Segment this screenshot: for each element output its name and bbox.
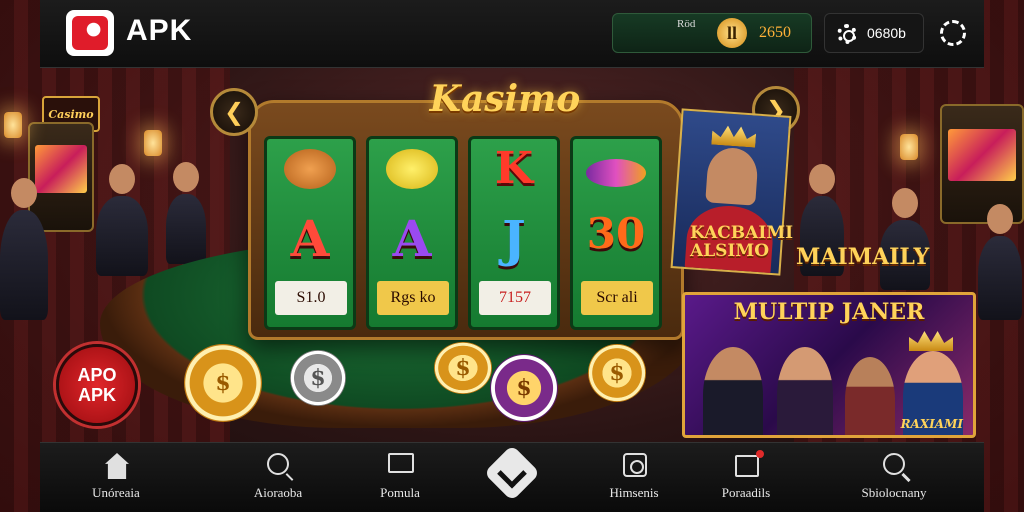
nav-label: Poraadils <box>721 485 771 500</box>
nav-item-tab[interactable]: Himsenis <box>574 451 694 509</box>
nav-item-search[interactable]: Aioraoba <box>218 451 338 509</box>
queen-figure <box>705 146 760 206</box>
balance-value: 2650 <box>759 24 791 41</box>
reel-label: S1.0 <box>275 281 347 315</box>
top-bar: APK Röd ll 2650 0680b <box>40 0 984 68</box>
patron-figure <box>96 196 148 276</box>
nav-item-promotions[interactable]: Poraadils <box>686 450 806 509</box>
profile-search-icon <box>879 451 909 481</box>
nav-label: Unóreaia <box>92 485 140 500</box>
game-title: Kasimo <box>429 78 581 120</box>
chat-icon <box>385 451 415 481</box>
app-name: APK <box>126 14 193 47</box>
bottom-navigation: Unóreaia Aioraoba Pomula Himsenis Poraad… <box>40 442 984 512</box>
app-logo-icon[interactable] <box>66 10 114 56</box>
reel-2: A Rgs ko <box>366 136 458 330</box>
promo-card-subtitle: RAXIAMI <box>900 417 963 431</box>
player-figure <box>845 357 895 435</box>
settings-button[interactable]: 0680b <box>824 13 924 53</box>
cookie-icon <box>267 149 353 199</box>
multiplayer-promo-card[interactable]: MULTIP JANER RAXIAMI <box>682 292 976 438</box>
reel-label: Rgs ko <box>377 281 449 315</box>
reel-symbol: 30 <box>586 209 646 258</box>
balance-label: Röd <box>677 18 696 30</box>
crown-icon <box>711 125 756 148</box>
patron-figure <box>0 210 48 320</box>
tab-icon <box>619 451 649 481</box>
promo-label-line-2: ALSIMO <box>690 241 769 261</box>
nav-item-center[interactable] <box>452 444 572 509</box>
gem-icon <box>573 149 659 199</box>
badge-line-1: APO <box>77 365 117 385</box>
nav-label: Pomula <box>380 485 420 500</box>
coin-icon: ll <box>717 18 747 48</box>
reel-symbol: A <box>290 209 330 268</box>
balance-display[interactable]: Röd ll 2650 <box>612 13 812 53</box>
player-figure <box>703 347 763 435</box>
patron-figure <box>978 236 1022 320</box>
chevron-down-icon <box>483 444 541 502</box>
refresh-icon[interactable] <box>940 20 966 46</box>
promo-label-left: KACBAIMI ALSIMO <box>690 224 793 260</box>
chip[interactable]: $ <box>434 342 492 394</box>
promo-label-right: MAIMAILY <box>796 244 930 270</box>
nav-label: Himsenis <box>609 485 659 500</box>
reel-1: A S1.0 <box>264 136 356 330</box>
settings-label: 0680b <box>867 25 906 41</box>
gear-icon <box>837 24 857 44</box>
chip-stack[interactable]: $ <box>184 344 262 422</box>
wall-lamp <box>4 112 22 138</box>
reel-4: 30 Scr ali <box>570 136 662 330</box>
nav-item-home[interactable]: Unóreaia <box>56 451 176 509</box>
chip[interactable]: $ <box>290 350 346 406</box>
promo-label-line-1: KACBAIMI <box>690 223 794 243</box>
chip[interactable]: $ <box>490 354 558 422</box>
promotions-icon <box>731 450 764 481</box>
reel-3: K J 7157 <box>468 136 560 330</box>
nav-label: Sbiolocnany <box>861 485 927 500</box>
slot-cabinet-right <box>940 104 1024 224</box>
slot-cabinet-left <box>28 122 94 232</box>
apk-download-badge[interactable]: APO APK <box>56 344 138 426</box>
badge-line-2: APK <box>77 385 116 405</box>
wall-lamp <box>900 134 918 160</box>
search-icon <box>263 451 293 481</box>
reel-label: Scr ali <box>581 281 653 315</box>
previous-game-button[interactable]: ❮ <box>210 88 258 136</box>
promo-card-title: MULTIP JANER <box>733 299 925 325</box>
nav-label: Aioraoba <box>253 485 303 500</box>
letter-k-icon: K <box>494 143 534 194</box>
reel-label: 7157 <box>479 281 551 315</box>
wall-lamp <box>144 130 162 156</box>
chip[interactable]: $ <box>588 344 646 402</box>
patron-figure <box>166 194 206 264</box>
home-icon <box>101 451 131 481</box>
nav-item-chat[interactable]: Pomula <box>340 451 460 509</box>
reel-symbol: J <box>502 209 526 268</box>
crown-icon <box>909 331 953 351</box>
reel-symbol: A <box>392 209 432 268</box>
nav-item-profile[interactable]: Sbiolocnany <box>834 451 954 509</box>
player-figure <box>777 347 833 435</box>
lemon-icon <box>369 149 455 199</box>
